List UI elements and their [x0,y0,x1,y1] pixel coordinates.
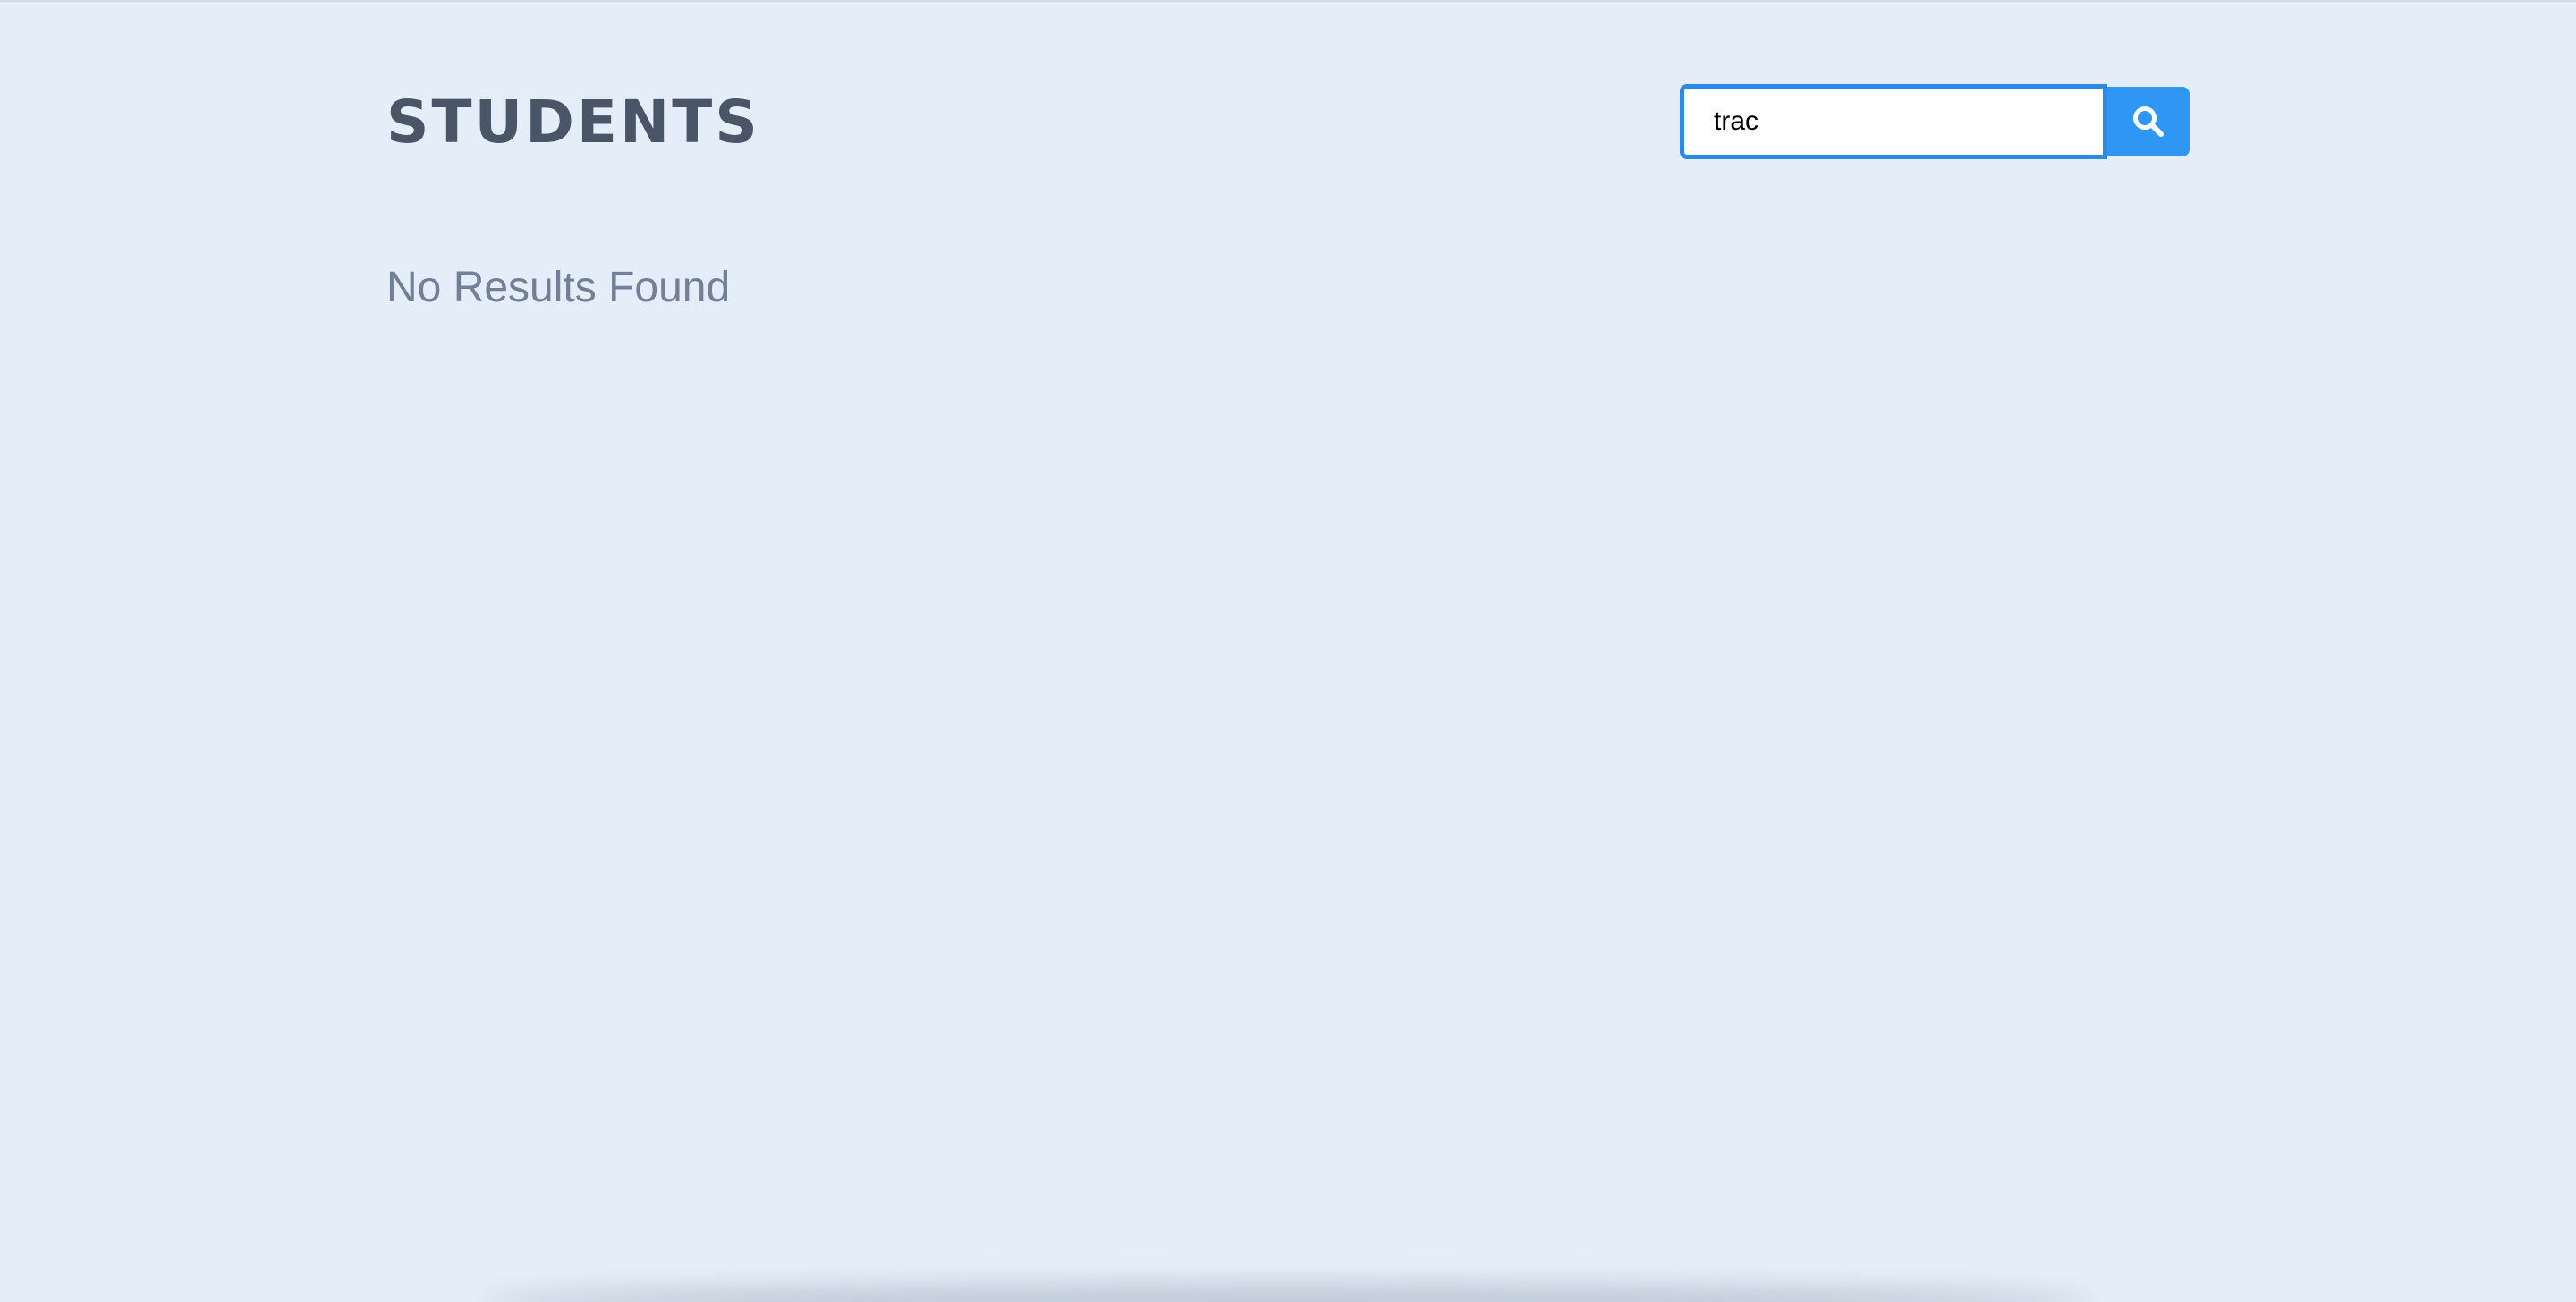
search-button[interactable] [2107,87,2190,156]
bottom-shadow [483,1284,2093,1302]
page-title: STUDENTS [386,88,760,156]
search-icon [2133,106,2164,137]
students-page: STUDENTS No Results Found [0,0,2576,1302]
search-input[interactable] [1680,84,2107,159]
page-header: STUDENTS [386,84,2190,161]
search-form [1680,84,2190,159]
top-border [0,0,2576,2]
no-results-message: No Results Found [386,264,731,311]
